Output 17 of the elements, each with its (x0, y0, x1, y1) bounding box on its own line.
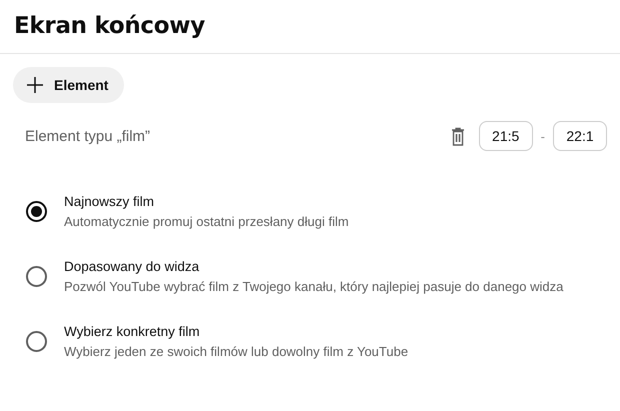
option-title: Najnowszy film (64, 192, 156, 211)
option-title: Dopasowany do widza (64, 258, 200, 276)
option-description: Automatycznie promuj ostatni przesłany długi film (64, 212, 349, 231)
start-time-field[interactable]: 21:5 (478, 121, 533, 151)
radio-button[interactable] (26, 201, 47, 222)
radio-button[interactable] (26, 266, 47, 287)
option-description: Pozwól YouTube wybrać film z Twojego kanału, który najlepiej pasuje do danego widza (64, 278, 564, 296)
end-time-field[interactable]: 22:1 (553, 121, 607, 151)
page-title: Ekran końcowy (14, 12, 206, 41)
add-element-button[interactable]: Element (13, 67, 124, 103)
plus-icon (26, 76, 44, 94)
trash-icon[interactable] (450, 126, 465, 146)
element-type-label: Element typu „film” (25, 128, 152, 144)
option-title: Wybierz konkretny film (64, 322, 201, 341)
time-separator: - (540, 128, 545, 144)
option-description: Wybierz jeden ze swoich filmów lub dowolny film z YouTube (64, 342, 408, 361)
radio-button[interactable] (26, 331, 47, 352)
